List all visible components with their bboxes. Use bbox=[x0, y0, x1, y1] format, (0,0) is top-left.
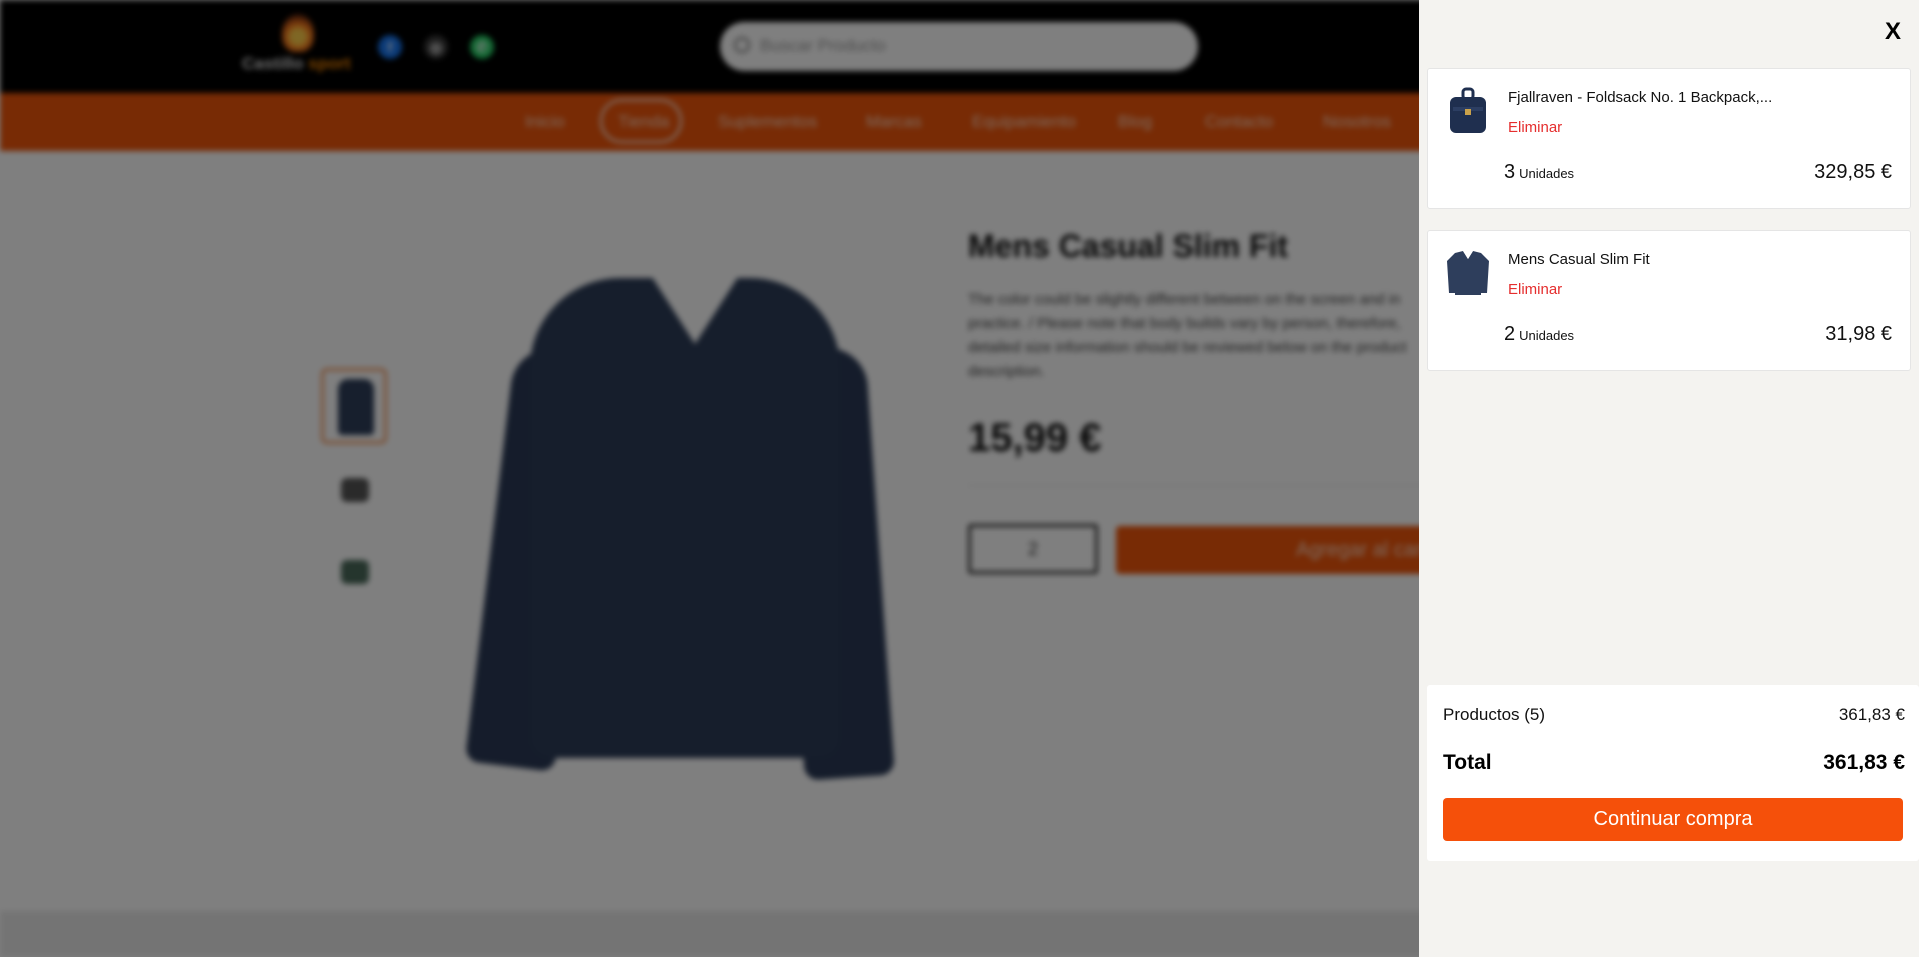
remove-item-button[interactable]: Eliminar bbox=[1508, 281, 1562, 298]
cart-item: Mens Casual Slim Fit Eliminar 2 Unidades … bbox=[1427, 230, 1911, 371]
cart-drawer: X Fjallraven - Foldsack No. 1 Backpack,.… bbox=[1419, 0, 1919, 957]
quantity-number: 3 bbox=[1504, 161, 1516, 183]
quantity-unit: Unidades bbox=[1519, 166, 1575, 181]
cart-item: Fjallraven - Foldsack No. 1 Backpack,...… bbox=[1427, 68, 1911, 209]
sweater-image bbox=[1447, 251, 1489, 295]
cart-item-quantity: 2 Unidades bbox=[1504, 323, 1574, 346]
quantity-number: 2 bbox=[1504, 323, 1516, 345]
cart-item-price: 329,85 € bbox=[1814, 161, 1892, 183]
cart-item-price: 31,98 € bbox=[1825, 323, 1892, 345]
remove-item-button[interactable]: Eliminar bbox=[1508, 119, 1562, 136]
products-count-label: Productos (5) bbox=[1443, 705, 1546, 724]
close-cart-button[interactable]: X bbox=[1885, 18, 1901, 46]
cart-item-name[interactable]: Fjallraven - Foldsack No. 1 Backpack,... bbox=[1508, 89, 1772, 106]
products-subtotal: 361,83 € bbox=[1838, 705, 1905, 724]
cart-item-name[interactable]: Mens Casual Slim Fit bbox=[1508, 251, 1650, 268]
total-value: 361,83 € bbox=[1823, 751, 1905, 774]
cart-item-quantity: 3 Unidades bbox=[1504, 161, 1574, 184]
quantity-unit: Unidades bbox=[1519, 328, 1575, 343]
total-label: Total bbox=[1443, 751, 1492, 774]
modal-backdrop[interactable] bbox=[0, 0, 1419, 957]
cart-summary: Productos (5) 361,83 € Total 361,83 € Co… bbox=[1427, 685, 1919, 861]
continue-purchase-button[interactable]: Continuar compra bbox=[1443, 798, 1903, 841]
backpack-image bbox=[1450, 87, 1486, 133]
